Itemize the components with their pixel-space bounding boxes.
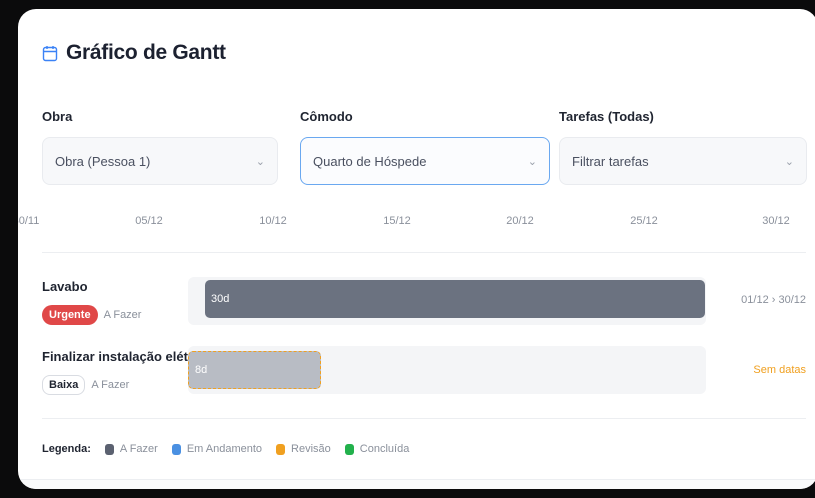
legend-label: Revisão <box>291 443 331 455</box>
legend-label: A Fazer <box>119 443 158 455</box>
chevron-down-icon: ⌄ <box>784 155 794 168</box>
gantt-card: Gráfico de Gantt Obra Obra (Pessoa 1) ⌄ … <box>18 9 815 489</box>
task-name-text: Finalizar instalação elétrica <box>42 349 212 364</box>
legend-item: Revisão <box>276 443 331 455</box>
chevron-down-icon: ⌄ <box>255 155 265 168</box>
legend-swatch <box>344 443 354 455</box>
legend-label: Em Andamento <box>186 443 263 455</box>
task-duration: 8d <box>195 364 208 376</box>
timeline-tick: 15/12 <box>383 215 411 227</box>
task-tags: Urgente A Fazer <box>42 305 141 325</box>
tarefas-select-placeholder: Filtrar tarefas <box>572 153 649 169</box>
gantt-lane: 8d <box>188 346 706 394</box>
divider <box>42 418 806 419</box>
comodo-select[interactable]: Quarto de Hóspede ⌄ <box>300 137 550 185</box>
legend-title: Legenda: <box>42 443 91 455</box>
priority-badge: Urgente <box>42 305 98 325</box>
obra-select-value: Obra (Pessoa 1) <box>55 153 151 169</box>
gantt-lane: 30d <box>188 277 706 325</box>
no-dates-label: Sem datas <box>753 364 806 376</box>
date-range: 01/12 › 30/12 <box>741 294 806 306</box>
tarefas-select[interactable]: Filtrar tarefas ⌄ <box>559 137 807 185</box>
filter-label-comodo: Cômodo <box>300 109 353 124</box>
legend: Legenda: A Fazer Em Andamento Revisão Co… <box>42 443 409 455</box>
legend-item: Em Andamento <box>171 443 263 455</box>
timeline-tick: 25/12 <box>630 215 658 227</box>
priority-badge: Baixa <box>42 375 86 395</box>
legend-swatch <box>104 443 114 455</box>
filter-label-tarefas: Tarefas (Todas) <box>559 109 654 124</box>
timeline-tick: 10/12 <box>259 215 287 227</box>
legend-item: Concluída <box>344 443 410 455</box>
legend-swatch <box>171 443 181 455</box>
divider <box>42 252 806 253</box>
filter-label-obra: Obra <box>42 109 73 124</box>
task-bar[interactable]: 8d <box>188 351 321 389</box>
chevron-down-icon: ⌄ <box>527 155 537 168</box>
task-bar[interactable]: 30d <box>205 280 705 318</box>
timeline-tick: 30/11 <box>18 215 40 227</box>
bottom-strip <box>18 479 815 489</box>
legend-label: Concluída <box>359 443 410 455</box>
timeline-tick: 30/12 <box>762 215 790 227</box>
status-text: A Fazer <box>103 309 142 321</box>
task-tags: Baixa A Fazer <box>42 375 129 395</box>
page-title: Gráfico de Gantt <box>66 41 226 64</box>
legend-swatch <box>276 443 286 455</box>
obra-select[interactable]: Obra (Pessoa 1) ⌄ <box>42 137 278 185</box>
calendar-icon <box>42 45 58 62</box>
legend-item: A Fazer <box>104 443 158 455</box>
title-row: Gráfico de Gantt <box>42 41 226 65</box>
task-name: Lavabo <box>42 279 88 294</box>
timeline-tick: 05/12 <box>135 215 163 227</box>
timeline-tick: 20/12 <box>506 215 534 227</box>
status-text: A Fazer <box>91 379 130 391</box>
comodo-select-value: Quarto de Hóspede <box>313 153 427 169</box>
task-duration: 30d <box>211 293 230 305</box>
